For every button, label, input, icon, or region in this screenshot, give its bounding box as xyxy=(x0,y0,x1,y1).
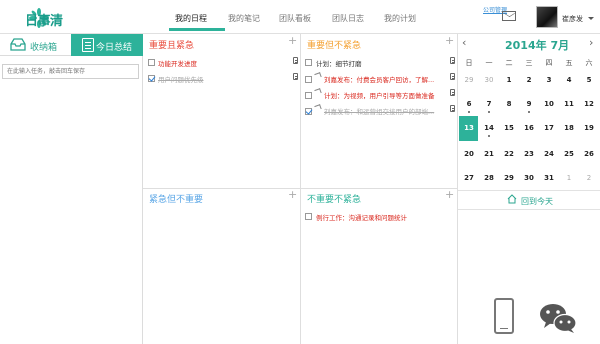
calendar-day[interactable]: 7 xyxy=(479,100,499,113)
nav-active-indicator xyxy=(169,28,225,31)
calendar-day[interactable]: 30 xyxy=(479,76,499,84)
nav-team-board[interactable]: 团队看板 xyxy=(279,13,311,24)
share-icon xyxy=(314,72,322,79)
inbox-icon xyxy=(10,38,26,51)
quadrant-title-not-important-not-urgent: 不重要不紧急 xyxy=(307,195,362,205)
weekday-label: 二 xyxy=(505,59,513,67)
nav-team-log[interactable]: 团队日志 xyxy=(332,13,364,24)
left-sidebar xyxy=(0,34,143,344)
nav-my-plan[interactable]: 我的计划 xyxy=(384,13,416,24)
calendar-day[interactable]: 15 xyxy=(499,124,519,132)
weekday-label: 三 xyxy=(525,59,533,67)
calendar-day[interactable]: 26 xyxy=(579,150,599,158)
task-checkbox[interactable] xyxy=(305,92,312,99)
add-task-not-important-not-urgent-button[interactable]: + xyxy=(445,188,454,201)
nav-my-notes[interactable]: 我的笔记 xyxy=(228,13,260,24)
calendar-title: 2014年 7月 xyxy=(505,39,570,52)
mobile-app-icon[interactable] xyxy=(494,298,514,334)
task-item[interactable]: 刘嘉发布：和运营组交接用户的部端... xyxy=(324,106,434,116)
task-item[interactable]: 例行工作：沟通记录和问题统计 xyxy=(316,212,407,222)
weekday-label: 六 xyxy=(585,59,593,67)
weekday-label: 五 xyxy=(565,59,573,67)
quadrant-divider-vertical xyxy=(300,34,301,344)
app-name: 日事清 xyxy=(25,14,63,29)
calendar-day[interactable]: 28 xyxy=(479,174,499,182)
calendar-day[interactable]: 5 xyxy=(579,76,599,84)
calendar-day[interactable]: 23 xyxy=(519,150,539,158)
wechat-icon[interactable] xyxy=(538,302,578,334)
calendar-day[interactable]: 8 xyxy=(499,100,519,108)
calendar-day[interactable]: 25 xyxy=(559,150,579,158)
back-to-today-label: 回到今天 xyxy=(521,197,553,206)
calendar-day[interactable]: 12 xyxy=(579,100,599,108)
chevron-down-icon[interactable] xyxy=(588,17,594,20)
summary-doc-icon xyxy=(82,38,94,52)
calendar-day[interactable]: 10 xyxy=(539,100,559,108)
task-checkbox[interactable] xyxy=(305,76,312,83)
task-item[interactable]: 功能开发进度 xyxy=(158,58,197,68)
avatar[interactable] xyxy=(536,6,558,28)
calendar-day[interactable]: 20 xyxy=(459,150,479,158)
calendar-day[interactable]: 29 xyxy=(499,174,519,182)
calendar-day[interactable]: 1 xyxy=(559,174,579,182)
calendar-day[interactable]: 6 xyxy=(459,100,479,113)
task-input[interactable] xyxy=(2,64,139,79)
share-icon xyxy=(314,88,322,95)
calendar-day[interactable]: 18 xyxy=(559,124,579,132)
weekday-label: 四 xyxy=(545,59,553,67)
calendar-day[interactable]: 9 xyxy=(519,100,539,113)
calendar-day[interactable]: 11 xyxy=(559,100,579,108)
task-checkbox[interactable] xyxy=(148,59,155,66)
task-doc-icon[interactable] xyxy=(450,57,455,64)
calendar-day-today[interactable]: 13 xyxy=(459,124,479,132)
task-doc-icon[interactable] xyxy=(450,73,455,80)
add-task-important-not-urgent-button[interactable]: + xyxy=(445,34,454,47)
quadrant-title-important-not-urgent: 重要但不紧急 xyxy=(307,41,362,51)
task-checkbox[interactable] xyxy=(305,213,312,220)
task-item[interactable]: 用户问题优先级 xyxy=(158,74,204,84)
task-item[interactable]: 刘嘉发布：付费会员客户回访，了解... xyxy=(324,74,434,84)
weekday-label: 一 xyxy=(485,59,493,67)
calendar-day[interactable]: 29 xyxy=(459,76,479,84)
calendar-day[interactable]: 21 xyxy=(479,150,499,158)
quadrant-divider-horizontal xyxy=(143,188,458,189)
calendar-next-button[interactable]: › xyxy=(589,36,593,49)
calendar-day[interactable]: 2 xyxy=(579,174,599,182)
add-task-important-urgent-button[interactable]: + xyxy=(288,34,297,47)
quadrant-title-important-urgent: 重要且紧急 xyxy=(149,41,195,51)
calendar-day[interactable]: 17 xyxy=(539,124,559,132)
calendar-day[interactable]: 3 xyxy=(539,76,559,84)
calendar-day[interactable]: 27 xyxy=(459,174,479,182)
mail-icon[interactable] xyxy=(502,11,516,21)
task-checkbox[interactable] xyxy=(148,75,155,82)
task-doc-icon[interactable] xyxy=(450,89,455,96)
quadrant-title-urgent-not-important: 紧急但不重要 xyxy=(149,195,204,205)
calendar-prev-button[interactable]: ‹ xyxy=(462,36,466,49)
task-checkbox[interactable] xyxy=(305,108,312,115)
nav-my-schedule[interactable]: 我的日程 xyxy=(175,13,207,24)
add-task-urgent-not-important-button[interactable]: + xyxy=(288,188,297,201)
calendar-day[interactable]: 2 xyxy=(519,76,539,84)
task-item[interactable]: 计划：为视频，用户引导等方面做准备 xyxy=(324,90,435,100)
tab-inbox-label: 收纳箱 xyxy=(30,43,58,53)
task-doc-icon[interactable] xyxy=(293,57,298,64)
calendar-day[interactable]: 16 xyxy=(519,124,539,132)
calendar-day[interactable]: 14 xyxy=(479,124,499,137)
calendar-day[interactable]: 31 xyxy=(539,174,559,182)
tab-today-summary-label: 今日总结 xyxy=(96,43,133,53)
calendar-day[interactable]: 4 xyxy=(559,76,579,84)
user-name[interactable]: 崔彦发 xyxy=(562,14,583,24)
task-item[interactable]: 计划：细节打磨 xyxy=(316,58,362,68)
calendar-day[interactable]: 24 xyxy=(539,150,559,158)
share-icon xyxy=(314,104,322,111)
weekday-label: 日 xyxy=(465,59,473,67)
task-doc-icon[interactable] xyxy=(293,73,298,80)
calendar-day[interactable]: 30 xyxy=(519,174,539,182)
calendar-day[interactable]: 1 xyxy=(499,76,519,84)
task-doc-icon[interactable] xyxy=(450,105,455,112)
home-icon xyxy=(507,194,517,204)
task-checkbox[interactable] xyxy=(305,59,312,66)
calendar-day[interactable]: 19 xyxy=(579,124,599,132)
calendar-day[interactable]: 22 xyxy=(499,150,519,158)
